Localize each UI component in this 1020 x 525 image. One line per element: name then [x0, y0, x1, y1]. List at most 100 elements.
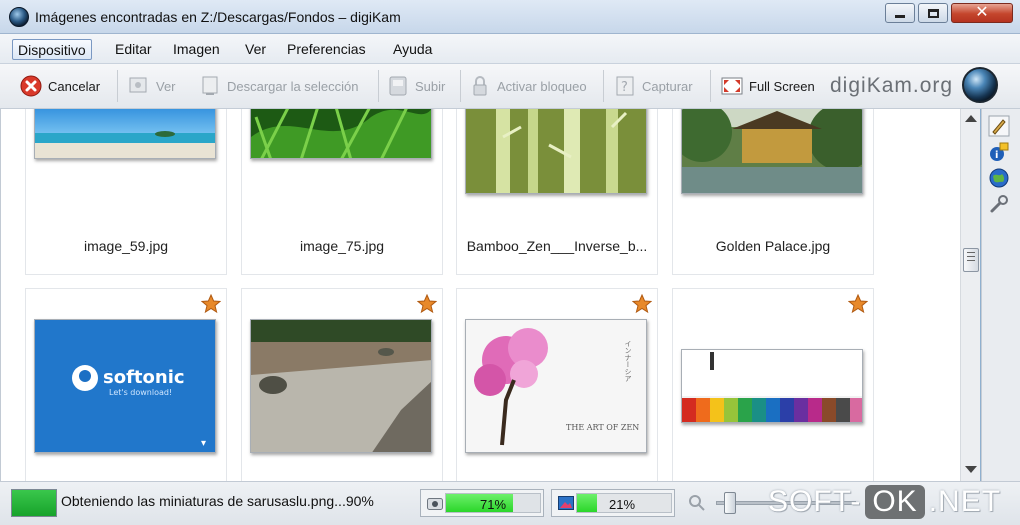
window-title: Imágenes encontradas en Z:/Descargas/Fon… — [35, 9, 401, 25]
watermark-ok: OK — [865, 485, 925, 519]
colored-pencils-image — [682, 350, 862, 422]
help-capture-icon: ? — [616, 76, 634, 96]
pencil-icon[interactable] — [988, 115, 1010, 137]
title-bar: Imágenes encontradas en Z:/Descargas/Fon… — [0, 0, 1020, 34]
view-label: Ver — [156, 78, 176, 94]
close-icon: ✕ — [975, 4, 989, 21]
lock-icon — [473, 76, 487, 96]
softonic-title: softonic — [103, 367, 185, 388]
status-message: Obteniendo las miniaturas de sarusaslu.p… — [61, 493, 374, 509]
image-icon — [558, 496, 574, 510]
menu-ver[interactable]: Ver — [240, 39, 271, 60]
thumbnail-label: image_59.jpg — [83, 238, 169, 254]
progress-percentage: 21% — [609, 497, 636, 512]
art-of-zen-text: THE ART OF ZEN — [566, 423, 639, 432]
star-icon[interactable] — [632, 294, 652, 314]
thumbnail-cell[interactable] — [672, 288, 874, 481]
upload-label: Subir — [415, 78, 446, 94]
star-icon[interactable] — [201, 294, 221, 314]
svg-text:?: ? — [621, 80, 628, 95]
thumbnail-label: Golden Palace.jpg — [715, 238, 831, 254]
thumbnail-cell[interactable]: softonic Let's download! ▾ — [25, 288, 227, 481]
cherry-tree-image: THE ART OF ZEN インナーシア — [466, 320, 646, 452]
thumbnail-progress: 71% — [420, 489, 544, 517]
zoom-slider-handle[interactable] — [724, 492, 736, 514]
info-icon[interactable]: i — [988, 141, 1010, 163]
menu-bar: Dispositivo Editar Imagen Ver Preferenci… — [0, 34, 1020, 64]
progress-track: 71% — [445, 493, 541, 513]
watermark-left: SOFT- — [768, 485, 862, 518]
thumbnail-image-zen-garden[interactable] — [250, 319, 432, 453]
softonic-subtitle: Let's download! — [109, 388, 172, 397]
download-icon — [202, 76, 218, 95]
menu-imagen[interactable]: Imagen — [168, 39, 225, 60]
thumbnail-cell[interactable]: Bamboo_Zen___Inverse_b... — [456, 109, 658, 275]
watermark: SOFT- OK .NET — [768, 485, 1001, 519]
right-sidebar: i — [981, 109, 1020, 481]
thumbnail-image-golden-palace[interactable] — [681, 109, 863, 194]
menu-editar[interactable]: Editar — [110, 39, 157, 60]
bamboo-image — [466, 109, 646, 193]
thumbnail-image-softonic[interactable]: softonic Let's download! ▾ — [34, 319, 216, 453]
thumbnail-cell[interactable]: image_59.jpg — [25, 109, 227, 275]
star-icon[interactable] — [848, 294, 868, 314]
tools-icon[interactable] — [988, 193, 1010, 215]
digikam-logo-icon[interactable] — [962, 67, 998, 103]
cancel-label: Cancelar — [48, 78, 101, 94]
zen-garden-image — [251, 320, 431, 452]
thumbnail-grid: image_59.jpg image_75.jpg Bamboo_Zen___I… — [0, 109, 980, 481]
lock-label: Activar bloqueo — [497, 78, 587, 94]
thumbnail-image-grass[interactable] — [250, 109, 432, 159]
cancel-icon — [20, 75, 42, 97]
fullscreen-icon — [721, 77, 743, 95]
golden-palace-image — [682, 109, 862, 193]
thumbnail-cell[interactable]: THE ART OF ZEN インナーシア — [456, 288, 658, 481]
thumbnail-cell[interactable]: image_75.jpg — [241, 109, 443, 275]
menu-preferencias[interactable]: Preferencias — [282, 39, 371, 60]
scroll-up-icon[interactable] — [965, 115, 977, 122]
thumbnail-image-pencils[interactable] — [681, 349, 863, 423]
maximize-button[interactable] — [918, 3, 948, 23]
toolbar-separator — [117, 70, 118, 102]
upload-button[interactable]: Subir — [387, 70, 445, 102]
toolbar-separator — [378, 70, 379, 102]
globe-icon[interactable] — [988, 167, 1010, 189]
thumbnail-image-beach[interactable] — [34, 109, 216, 159]
thumbnail-label: image_75.jpg — [299, 238, 385, 254]
cancel-button[interactable]: Cancelar — [20, 70, 100, 102]
progress-percentage: 71% — [479, 497, 507, 512]
scroll-down-icon[interactable] — [965, 466, 977, 473]
beach-image — [35, 109, 215, 158]
view-button[interactable]: Ver — [128, 70, 176, 102]
japanese-vertical-text: インナーシア — [624, 340, 632, 382]
thumbnail-image-cherry-tree[interactable]: THE ART OF ZEN インナーシア — [465, 319, 647, 453]
status-bar: Obteniendo las miniaturas de sarusaslu.p… — [0, 481, 1020, 525]
thumbnail-image-bamboo[interactable] — [465, 109, 647, 194]
minimize-button[interactable] — [885, 3, 915, 23]
star-icon[interactable] — [417, 294, 437, 314]
vertical-scrollbar[interactable] — [960, 109, 980, 481]
zoom-out-icon[interactable] — [688, 494, 706, 512]
down-arrow-icon: ▾ — [201, 438, 206, 449]
menu-ayuda[interactable]: Ayuda — [388, 39, 437, 60]
digikam-brand-text: digiKam.org — [830, 74, 954, 97]
menu-dispositivo[interactable]: Dispositivo — [12, 39, 92, 60]
status-indicator — [11, 489, 57, 517]
thumbnail-label: Bamboo_Zen___Inverse_b... — [466, 238, 648, 254]
capture-button[interactable]: ? Capturar — [614, 70, 693, 102]
softonic-image: softonic Let's download! ▾ — [35, 320, 215, 452]
capture-label: Capturar — [642, 78, 693, 94]
progress-track: 21% — [576, 493, 672, 513]
toolbar: Cancelar Ver Descargar la selección Subi… — [0, 64, 1020, 109]
fullscreen-button[interactable]: Full Screen — [721, 70, 815, 102]
watermark-right: .NET — [928, 485, 1002, 518]
download-selection-label: Descargar la selección — [227, 78, 359, 94]
lock-button[interactable]: Activar bloqueo — [469, 70, 587, 102]
scrollbar-thumb[interactable] — [963, 248, 979, 272]
upload-icon — [389, 76, 407, 96]
thumbnail-cell[interactable] — [241, 288, 443, 481]
thumbnail-cell[interactable]: Golden Palace.jpg — [672, 109, 874, 275]
image-progress: 21% — [551, 489, 675, 517]
close-button[interactable]: ✕ — [951, 3, 1013, 23]
download-selection-button[interactable]: Descargar la selección — [199, 70, 359, 102]
